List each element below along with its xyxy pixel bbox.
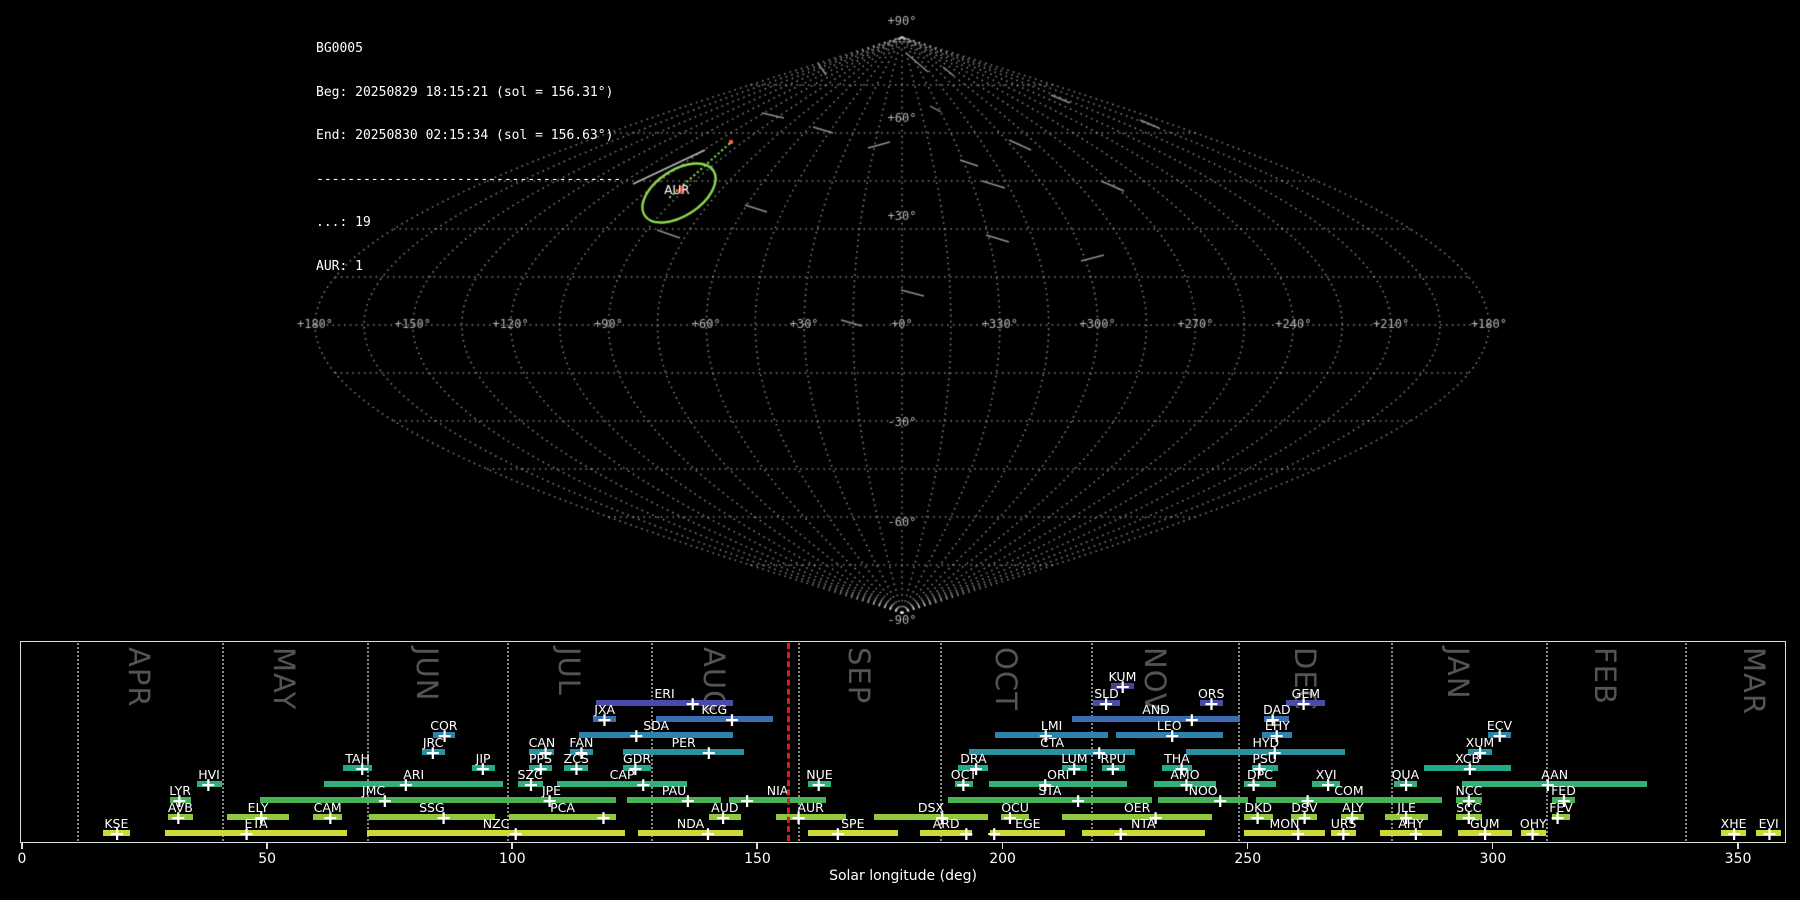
month-label-mar: MAR bbox=[1736, 647, 1771, 716]
x-tick-label-100: 100 bbox=[498, 851, 526, 867]
activity-timeline: Solar longitude (deg) APR MAY JUN JUL AUG SEP… bbox=[0, 0, 1800, 900]
month-separator-mar bbox=[1685, 643, 1688, 841]
month-separator-may bbox=[221, 643, 224, 841]
month-separator-jan bbox=[1390, 643, 1393, 841]
x-tick-150 bbox=[756, 843, 758, 849]
shower-label-oer: OER bbox=[1123, 799, 1151, 815]
shower-label-nzc: NZC bbox=[482, 816, 510, 831]
month-label-jan: JAN bbox=[1441, 647, 1476, 700]
shower-label-and: AND bbox=[1142, 701, 1170, 717]
current-sol-line bbox=[786, 643, 790, 841]
x-tick-label-50: 50 bbox=[258, 851, 277, 867]
month-label-feb: FEB bbox=[1588, 647, 1623, 705]
month-label-jul: JUL bbox=[552, 647, 587, 696]
shower-label-sda: SDA bbox=[643, 718, 670, 734]
x-tick-50 bbox=[266, 843, 268, 849]
x-tick-label-0: 0 bbox=[17, 851, 27, 867]
month-label-sep: SEP bbox=[841, 647, 876, 705]
month-label-jun: JUN bbox=[410, 647, 445, 702]
month-label-apr: APR bbox=[122, 647, 157, 708]
x-tick-label-250: 250 bbox=[1234, 851, 1262, 867]
x-tick-label-200: 200 bbox=[989, 851, 1016, 867]
month-label-oct: OCT bbox=[988, 647, 1023, 711]
x-tick-label-150: 150 bbox=[744, 851, 771, 867]
x-tick-label-300: 300 bbox=[1479, 851, 1507, 867]
shower-label-ege: EGE bbox=[1015, 816, 1041, 831]
radiant-map-page: BG0005 Beg: 20250829 18:15:21 (sol = 156… bbox=[0, 0, 1800, 900]
x-axis-title: Solar longitude (deg) bbox=[829, 868, 977, 884]
month-separator-jun bbox=[367, 643, 370, 841]
x-tick-250 bbox=[1246, 843, 1249, 849]
month-separator-jul bbox=[507, 643, 510, 841]
x-tick-0 bbox=[21, 843, 23, 849]
shower-label-nia: NIA bbox=[766, 783, 789, 799]
x-tick-label-350: 350 bbox=[1724, 851, 1752, 867]
month-separator-aug bbox=[651, 643, 654, 841]
shower-label-com: COM bbox=[1334, 783, 1364, 799]
shower-label-per: PER bbox=[671, 734, 696, 750]
month-separator-feb bbox=[1545, 643, 1548, 841]
month-separator-dec bbox=[1238, 643, 1241, 841]
month-separator-apr bbox=[76, 643, 79, 841]
month-label-may: MAY bbox=[267, 647, 302, 711]
shower-label-eri: ERI bbox=[654, 685, 675, 701]
